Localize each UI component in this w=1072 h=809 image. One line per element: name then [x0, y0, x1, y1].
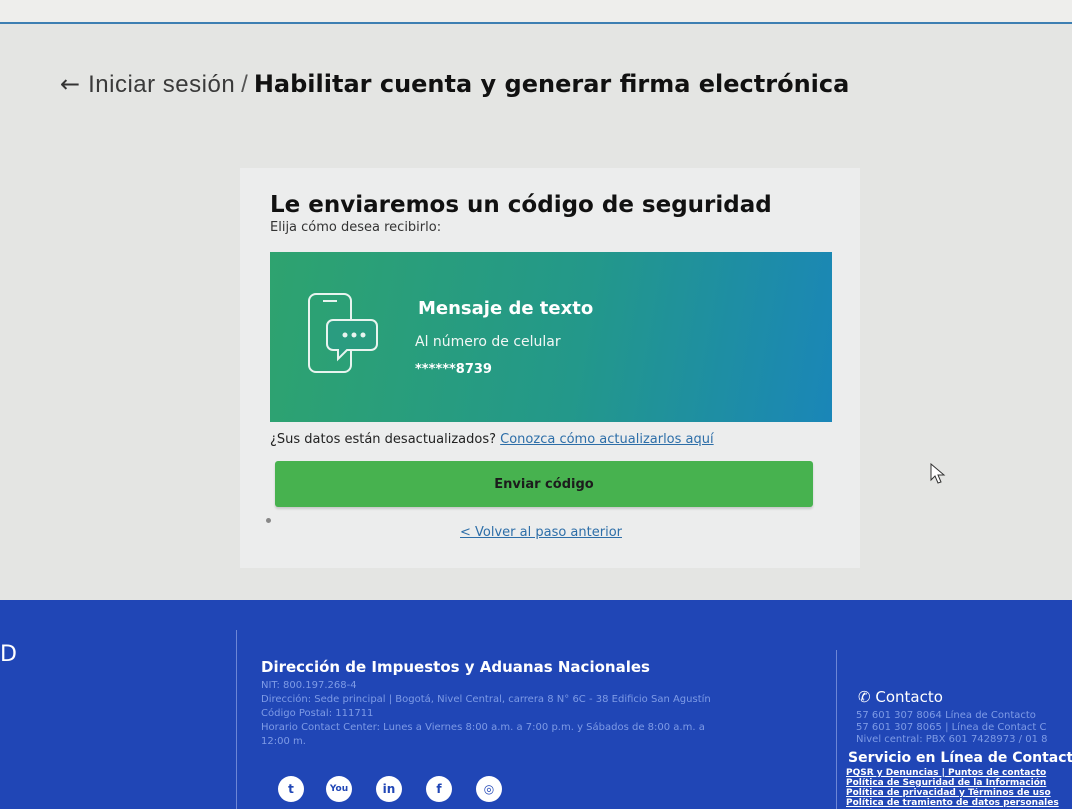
contact-line: 57 601 307 8064 Línea de Contacto [856, 710, 1036, 721]
org-hours-cont: 12:00 m. [261, 736, 306, 747]
org-postal-code: Código Postal: 111711 [261, 708, 374, 719]
send-code-button[interactable]: Enviar código [275, 461, 813, 507]
linkedin-icon[interactable]: in [376, 776, 402, 802]
masked-phone-number: ******8739 [415, 362, 492, 377]
breadcrumb-login-link[interactable]: Iniciar sesión [88, 71, 235, 98]
footer: D Dirección de Impuestos y Aduanas Nacio… [0, 600, 1072, 809]
service-link-privacy[interactable]: Política de privacidad y Términos de uso [846, 788, 1072, 798]
outdated-data-notice: ¿Sus datos están desactualizados? Conozc… [270, 432, 714, 447]
org-name: Dirección de Impuestos y Aduanas Naciona… [261, 658, 650, 676]
org-hours: Horario Contact Center: Lunes a Viernes … [261, 722, 705, 733]
decorative-dot [266, 518, 271, 523]
org-nit: NIT: 800.197.268-4 [261, 680, 357, 691]
mouse-cursor-icon [930, 463, 946, 484]
service-link-pqsr[interactable]: PQSR y Denuncias | Puntos de contacto [846, 768, 1072, 778]
contact-title: ✆ Contacto [858, 688, 943, 706]
service-link-security[interactable]: Política de Seguridad de la Información [846, 778, 1072, 788]
contact-line: Nivel central: PBX 601 7428973 / 01 8 [856, 734, 1048, 745]
top-bar [0, 0, 1072, 24]
twitter-icon[interactable]: t [278, 776, 304, 802]
outdated-text: ¿Sus datos están desactualizados? [270, 432, 497, 447]
back-step-link[interactable]: < Volver al paso anterior [460, 525, 622, 540]
update-data-link[interactable]: Conozca cómo actualizarlos aquí [500, 432, 713, 447]
contact-title-text: Contacto [875, 688, 943, 706]
org-address: Dirección: Sede principal | Bogotá, Nive… [261, 694, 711, 705]
footer-divider [836, 650, 837, 809]
phone-chat-icon [308, 293, 378, 373]
footer-left-mark: D [0, 642, 17, 667]
back-arrow-icon[interactable]: ← [60, 70, 80, 98]
youtube-icon[interactable]: You [326, 776, 352, 802]
option-description: Al número de celular [415, 334, 561, 350]
sms-option-card[interactable]: Mensaje de texto Al número de celular **… [270, 252, 832, 422]
breadcrumb-separator: / [241, 71, 248, 98]
service-link-data[interactable]: Política de tramiento de datos personale… [846, 798, 1072, 808]
phone-icon: ✆ [858, 688, 871, 706]
page-title: Habilitar cuenta y generar firma electró… [253, 70, 850, 98]
instagram-icon[interactable]: ◎ [476, 776, 502, 802]
breadcrumb: ← Iniciar sesión / Habilitar cuenta y gener… [60, 70, 960, 99]
footer-divider [236, 630, 237, 809]
option-title: Mensaje de texto [418, 298, 594, 319]
section-subheading: Elija cómo desea recibirlo: [270, 220, 442, 235]
section-heading: Le enviaremos un código de seguridad [270, 192, 772, 218]
contact-line: 57 601 307 8065 | Línea de Contact C [856, 722, 1047, 733]
facebook-icon[interactable]: f [426, 776, 452, 802]
service-title: Servicio en Línea de Contacto [848, 750, 1072, 766]
